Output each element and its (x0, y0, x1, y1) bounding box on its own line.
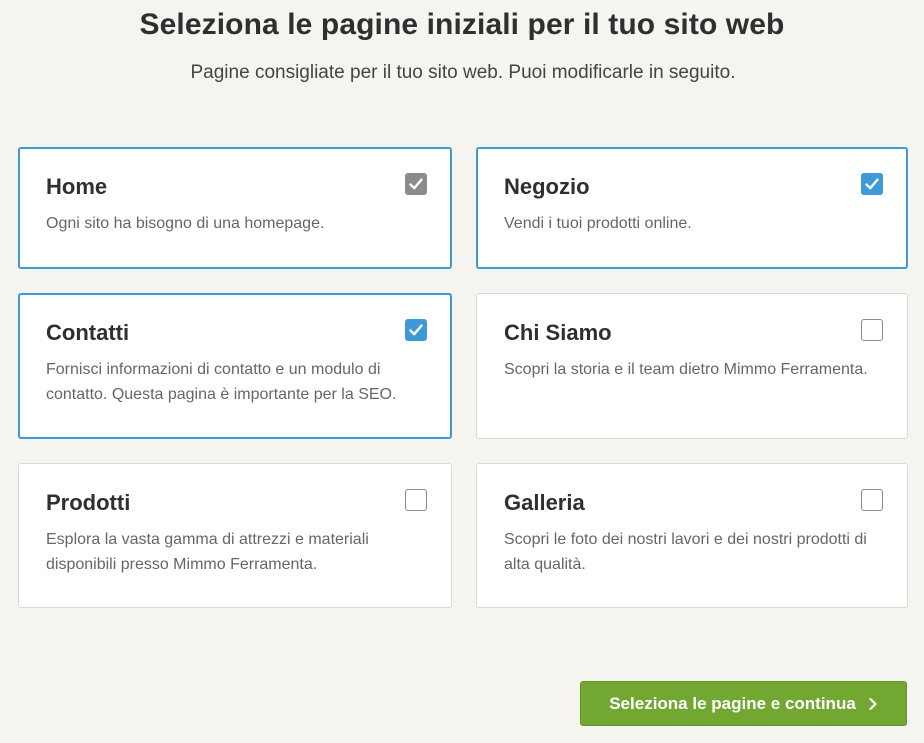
page-card-chi-siamo[interactable]: Chi Siamo Scopri la storia e il team die… (476, 293, 908, 439)
page-card-negozio[interactable]: Negozio Vendi i tuoi prodotti online. (476, 147, 908, 269)
negozio-checkbox[interactable] (861, 173, 883, 195)
page-title: Seleziona le pagine iniziali per il tuo … (139, 8, 785, 41)
chevron-right-icon (869, 697, 877, 710)
page-card-galleria[interactable]: Galleria Scopri le foto dei nostri lavor… (476, 463, 908, 608)
contatti-checkbox[interactable] (405, 319, 427, 341)
page-card-title: Negozio (504, 174, 590, 199)
page-card-contatti[interactable]: Contatti Fornisci informazioni di contat… (18, 293, 452, 439)
page-card-title: Contatti (46, 320, 130, 345)
prodotti-checkbox[interactable] (405, 489, 427, 511)
home-checkbox[interactable] (405, 173, 427, 195)
chi-siamo-checkbox[interactable] (861, 319, 883, 341)
galleria-checkbox[interactable] (861, 489, 883, 511)
page-card-description: Scopri la storia e il team dietro Mimmo … (504, 361, 868, 378)
page-card-description: Esplora la vasta gamma di attrezzi e mat… (46, 531, 369, 573)
page-card-prodotti[interactable]: Prodotti Esplora la vasta gamma di attre… (18, 463, 452, 608)
page-card-title: Chi Siamo (504, 320, 612, 345)
checkmark-icon (865, 178, 879, 190)
page-card-description: Fornisci informazioni di contatto e un m… (46, 361, 397, 403)
checkmark-icon (409, 178, 423, 190)
page-subtitle: Pagine consigliate per il tuo sito web. … (190, 62, 736, 83)
page-card-home[interactable]: Home Ogni sito ha bisogno di una homepag… (18, 147, 452, 269)
page-selection-grid: Home Ogni sito ha bisogno di una homepag… (18, 147, 908, 608)
checkmark-icon (409, 324, 423, 336)
page-card-description: Ogni sito ha bisogno di una homepage. (46, 215, 325, 232)
page-card-title: Prodotti (46, 490, 131, 515)
page-card-description: Scopri le foto dei nostri lavori e dei n… (504, 531, 867, 573)
page-card-title: Home (46, 174, 108, 199)
continue-button-label: Seleziona le pagine e continua (609, 693, 856, 713)
continue-button[interactable]: Seleziona le pagine e continua (580, 681, 907, 726)
page-card-description: Vendi i tuoi prodotti online. (504, 215, 692, 232)
page-card-title: Galleria (504, 490, 585, 515)
